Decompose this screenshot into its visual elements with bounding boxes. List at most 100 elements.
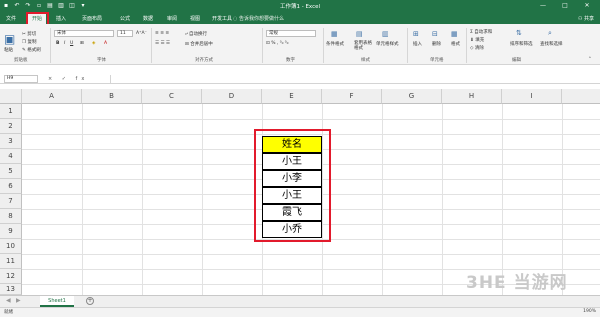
tab-file[interactable]: 文件: [6, 14, 16, 24]
left-align-icon[interactable]: ☰ ☰ ☰: [155, 41, 170, 46]
delete-cells-icon: ⊟: [432, 30, 438, 38]
grow-font-icon[interactable]: A⁺A⁻: [136, 31, 147, 36]
italic-icon[interactable]: I: [64, 41, 65, 46]
column-header-e[interactable]: E: [262, 89, 322, 104]
cell-styles-button[interactable]: 单元格样式: [376, 41, 399, 47]
font-size-select[interactable]: 11: [117, 30, 133, 37]
delete-cells-button[interactable]: 删除: [432, 41, 441, 47]
row-header-1[interactable]: 1: [0, 104, 22, 119]
cell-styles-icon: ▥: [382, 30, 389, 38]
close-button[interactable]: ✕: [576, 0, 598, 12]
alignment-group-label: 对齐方式: [195, 58, 213, 63]
column-header-a[interactable]: A: [22, 89, 82, 104]
fill-label: 填充: [475, 38, 485, 43]
merge-icon: ⊟: [185, 42, 189, 47]
grid-line: [562, 104, 563, 295]
tab-home[interactable]: 开始: [28, 14, 47, 24]
row-header-12[interactable]: 12: [0, 269, 22, 284]
restore-button[interactable]: □: [554, 0, 576, 12]
formula-input[interactable]: [110, 75, 596, 83]
watermark-logo: 3HE 当游网: [466, 273, 568, 293]
tab-insert[interactable]: 插入: [56, 14, 66, 24]
next-sheet-icon[interactable]: ▶: [16, 297, 21, 304]
column-header-c[interactable]: C: [142, 89, 202, 104]
tab-page-layout[interactable]: 页面布局: [82, 14, 102, 24]
paste-button[interactable]: 粘贴: [4, 47, 13, 53]
row-header-4[interactable]: 4: [0, 149, 22, 164]
clear-button[interactable]: ◇ 清除: [470, 45, 484, 51]
row-header-9[interactable]: 9: [0, 224, 22, 239]
formula-buttons[interactable]: × ✓ fx: [48, 75, 108, 83]
paste-icon[interactable]: ▣: [4, 32, 15, 46]
conditional-formatting-button[interactable]: 条件格式: [326, 41, 344, 47]
column-header-g[interactable]: G: [382, 89, 442, 104]
scissors-icon: ✂: [22, 32, 26, 37]
format-painter-button[interactable]: ✎ 格式刷: [22, 47, 41, 53]
tab-view[interactable]: 视图: [190, 14, 200, 24]
merge-center-button[interactable]: ⊟ 合并后居中: [185, 41, 213, 47]
autosum-label: 自动求和: [474, 30, 493, 35]
clear-label: 清除: [474, 46, 484, 51]
tab-data[interactable]: 数据: [143, 14, 153, 24]
add-sheet-button[interactable]: +: [86, 297, 94, 305]
autosum-button[interactable]: Σ 自动求和: [470, 29, 492, 35]
cut-button[interactable]: ✂ 剪切: [22, 31, 36, 37]
column-header-f[interactable]: F: [322, 89, 382, 104]
tell-me-text: 告诉我你想要做什么: [238, 16, 284, 22]
fill-color-icon[interactable]: ◈: [92, 41, 95, 46]
number-format-select[interactable]: 常规: [266, 30, 316, 37]
top-align-icon[interactable]: ≡ ≡ ≡: [155, 31, 169, 36]
column-header-d[interactable]: D: [202, 89, 262, 104]
row-header-10[interactable]: 10: [0, 239, 22, 254]
title-bar: ▪ ↶ ↷ ▫ ▤ ▥ ◫ ▾ 工作簿1 - Excel — □ ✕: [0, 0, 600, 12]
tab-review[interactable]: 审阅: [167, 14, 177, 24]
format-as-table-button[interactable]: 套用表格格式: [354, 41, 374, 51]
sheet-tab-bar: ◀ ▶ Sheet1 +: [0, 295, 600, 307]
sigma-icon: Σ: [470, 30, 473, 35]
row-header-5[interactable]: 5: [0, 164, 22, 179]
row-header-13[interactable]: 13: [0, 284, 22, 295]
underline-icon[interactable]: U: [70, 41, 73, 46]
find-select-button[interactable]: 查找和选择: [540, 41, 563, 47]
column-header-i[interactable]: I: [502, 89, 562, 104]
grid-line: [382, 104, 383, 295]
prev-sheet-icon[interactable]: ◀: [6, 297, 11, 304]
wrap-text-button[interactable]: ⤶ 自动换行: [185, 31, 207, 37]
column-header-b[interactable]: B: [82, 89, 142, 104]
fill-down-icon: ⬇: [470, 38, 474, 43]
row-header-7[interactable]: 7: [0, 194, 22, 209]
currency-icon[interactable]: ⊡ % , ⁰₀ ⁰₀: [266, 41, 288, 46]
minimize-button[interactable]: —: [532, 0, 554, 12]
fill-button[interactable]: ⬇ 填充: [470, 37, 484, 43]
share-button[interactable]: ⚇ 共享: [578, 14, 594, 24]
cells-group-label: 单元格: [430, 58, 444, 63]
conditional-formatting-icon: ▦: [331, 30, 338, 38]
zoom-level[interactable]: 190%: [583, 309, 596, 314]
row-header-11[interactable]: 11: [0, 254, 22, 269]
format-cells-button[interactable]: 格式: [451, 41, 460, 47]
insert-cells-button[interactable]: 插入: [413, 41, 422, 47]
row-header-6[interactable]: 6: [0, 179, 22, 194]
select-all-corner[interactable]: [0, 89, 22, 104]
sheet-tab-sheet1[interactable]: Sheet1: [40, 296, 74, 307]
sort-filter-icon: ⇅: [516, 29, 522, 37]
eraser-icon: ◇: [470, 46, 474, 51]
row-header-2[interactable]: 2: [0, 119, 22, 134]
copy-button[interactable]: ❐ 复制: [22, 39, 36, 45]
borders-icon[interactable]: ⊞: [80, 41, 84, 46]
merge-center-label: 合并后居中: [190, 42, 213, 47]
ribbon-tabs: 文件 开始 插入 页面布局 公式 数据 审阅 视图 开发工具 ◌ 告诉我你想要做…: [0, 12, 600, 24]
font-color-icon[interactable]: A: [104, 41, 107, 46]
collapse-ribbon-icon[interactable]: ⌃: [588, 57, 592, 62]
sort-filter-button[interactable]: 排序和筛选: [510, 41, 533, 47]
column-header-h[interactable]: H: [442, 89, 502, 104]
row-header-3[interactable]: 3: [0, 134, 22, 149]
tell-me-search[interactable]: ◌ 告诉我你想要做什么: [233, 14, 284, 24]
tab-formulas[interactable]: 公式: [120, 14, 130, 24]
name-box[interactable]: H9: [4, 75, 38, 83]
excel-window: ▪ ↶ ↷ ▫ ▤ ▥ ◫ ▾ 工作簿1 - Excel — □ ✕ 文件 开始…: [0, 0, 600, 317]
tab-developer[interactable]: 开发工具: [212, 14, 232, 24]
bold-icon[interactable]: B: [56, 41, 59, 46]
font-name-select[interactable]: 宋体: [54, 30, 114, 37]
row-header-8[interactable]: 8: [0, 209, 22, 224]
